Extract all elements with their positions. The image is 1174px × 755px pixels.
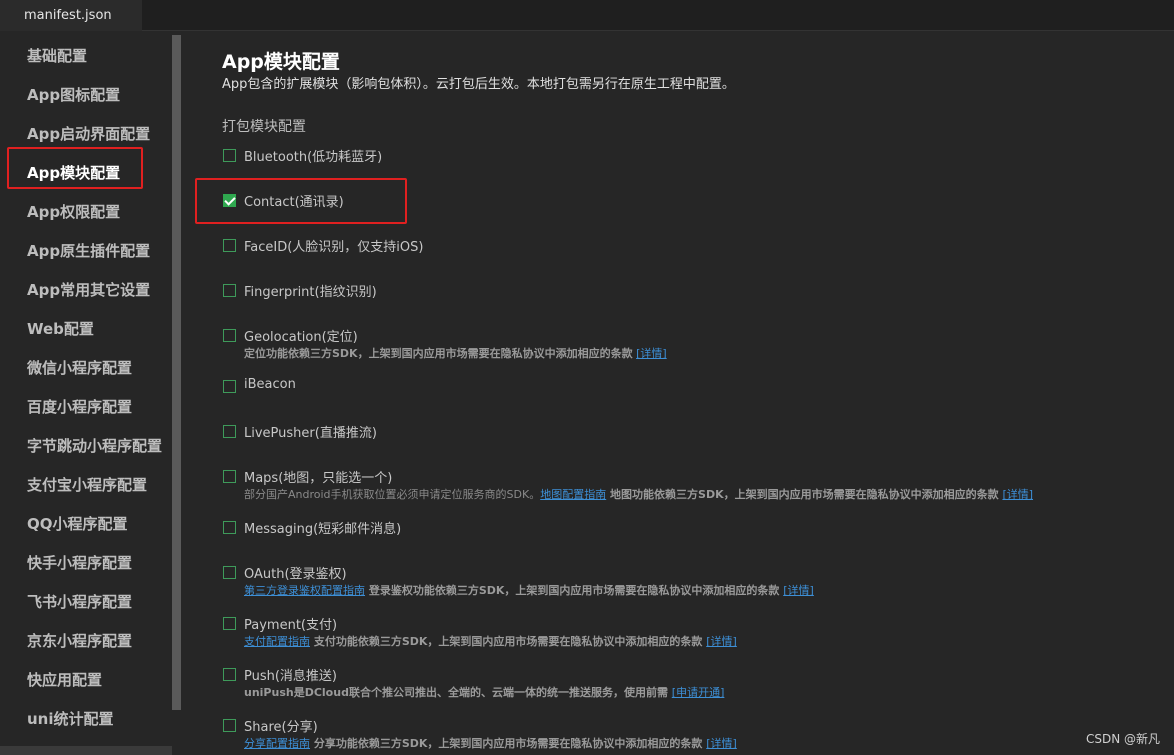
option-label: Push(消息推送) (244, 669, 338, 684)
checkbox-maps[interactable] (223, 470, 236, 483)
checkbox-oauth[interactable] (223, 566, 236, 579)
sidebar-item-uni-stat[interactable]: uni统计配置 (27, 708, 114, 730)
sidebar-horizontal-scrollbar[interactable] (0, 746, 172, 755)
oauth-config-guide-link[interactable]: 第三方登录鉴权配置指南 (244, 584, 365, 597)
sidebar-scrollbar[interactable] (172, 35, 181, 710)
details-link[interactable]: [详情] (706, 737, 737, 750)
option-note: 支付配置指南 支付功能依赖三方SDK，上架到国内应用市场需要在隐私协议中添加相应… (244, 633, 737, 649)
note-text-bold: uniPush是DCloud联合个推公司推出、全端的、云端一体的统一推送服务，使… (244, 686, 672, 699)
main-content: App模块配置 App包含的扩展模块（影响包体积）。云打包后生效。本地打包需另行… (190, 31, 1174, 755)
option-label: OAuth(登录鉴权) (244, 567, 347, 582)
sidebar-item-toutiao-mp[interactable]: 字节跳动小程序配置 (27, 435, 162, 457)
note-text-bold: 支付功能依赖三方SDK，上架到国内应用市场需要在隐私协议中添加相应的条款 (310, 635, 707, 648)
sidebar-item-baidu-mp[interactable]: 百度小程序配置 (27, 396, 132, 418)
option-label: Maps(地图，只能选一个) (244, 471, 393, 486)
checkbox-push[interactable] (223, 668, 236, 681)
option-note: uniPush是DCloud联合个推公司推出、全端的、云端一体的统一推送服务，使… (244, 684, 724, 700)
checkbox-bluetooth[interactable] (223, 149, 236, 162)
option-note: 部分国产Android手机获取位置必须申请定位服务商的SDK。地图配置指南 地图… (244, 486, 1033, 502)
details-link[interactable]: [详情] (783, 584, 814, 597)
tab-bar: manifest.json (0, 0, 1174, 31)
option-label: LivePusher(直播推流) (244, 426, 377, 441)
sidebar-item-web[interactable]: Web配置 (27, 318, 94, 340)
sidebar-item-qq-mp[interactable]: QQ小程序配置 (27, 513, 128, 535)
watermark: CSDN @新凡 (1085, 732, 1160, 746)
note-text: 部分国产Android手机获取位置必须申请定位服务商的SDK。 (244, 488, 541, 501)
option-label: Payment(支付) (244, 618, 338, 633)
option-label: Messaging(短彩邮件消息) (244, 522, 402, 537)
note-text-bold: 分享功能依赖三方SDK，上架到国内应用市场需要在隐私协议中添加相应的条款 (310, 737, 707, 750)
payment-config-guide-link[interactable]: 支付配置指南 (244, 635, 310, 648)
sidebar-item-basic[interactable]: 基础配置 (27, 45, 87, 67)
note-text: 定位功能依赖三方SDK，上架到国内应用市场需要在隐私协议中添加相应的条款 (244, 347, 633, 360)
option-note: 第三方登录鉴权配置指南 登录鉴权功能依赖三方SDK，上架到国内应用市场需要在隐私… (244, 582, 814, 598)
page-title: App模块配置 (222, 51, 340, 73)
share-config-guide-link[interactable]: 分享配置指南 (244, 737, 310, 750)
details-link[interactable]: [详情] (636, 347, 667, 360)
sidebar-item-app-splash[interactable]: App启动界面配置 (27, 123, 150, 145)
checkbox-geolocation[interactable] (223, 329, 236, 342)
checkbox-messaging[interactable] (223, 521, 236, 534)
sidebar-item-app-other-settings[interactable]: App常用其它设置 (27, 279, 150, 301)
option-label: FaceID(人脸识别，仅支持iOS) (244, 240, 424, 255)
apply-link[interactable]: [申请开通] (672, 686, 725, 699)
option-label: iBeacon (244, 377, 296, 392)
contact-highlight-box (195, 178, 407, 224)
sidebar-item-feishu-mp[interactable]: 飞书小程序配置 (27, 591, 132, 613)
checkbox-payment[interactable] (223, 617, 236, 630)
sidebar-item-app-permissions[interactable]: App权限配置 (27, 201, 120, 223)
note-text-bold: 登录鉴权功能依赖三方SDK，上架到国内应用市场需要在隐私协议中添加相应的条款 (365, 584, 784, 597)
checkbox-faceid[interactable] (223, 239, 236, 252)
map-config-guide-link[interactable]: 地图配置指南 (540, 488, 606, 501)
checkbox-share[interactable] (223, 719, 236, 732)
tab-manifest-json[interactable]: manifest.json (0, 0, 142, 31)
checkbox-fingerprint[interactable] (223, 284, 236, 297)
sidebar-item-app-icon[interactable]: App图标配置 (27, 84, 120, 106)
option-label: Bluetooth(低功耗蓝牙) (244, 150, 383, 165)
sidebar: 基础配置 App图标配置 App启动界面配置 App模块配置 App权限配置 A… (0, 31, 172, 755)
option-label: Share(分享) (244, 720, 318, 735)
sidebar-item-alipay-mp[interactable]: 支付宝小程序配置 (27, 474, 147, 496)
option-label: Fingerprint(指纹识别) (244, 285, 377, 300)
sidebar-item-jd-mp[interactable]: 京东小程序配置 (27, 630, 132, 652)
checkbox-livepusher[interactable] (223, 425, 236, 438)
note-text-bold: 地图功能依赖三方SDK，上架到国内应用市场需要在隐私协议中添加相应的条款 (606, 488, 1003, 501)
sidebar-item-quickapp[interactable]: 快应用配置 (27, 669, 102, 691)
page-description: App包含的扩展模块（影响包体积）。云打包后生效。本地打包需另行在原生工程中配置… (222, 77, 735, 92)
sidebar-highlight-box (7, 147, 143, 189)
details-link[interactable]: [详情] (706, 635, 737, 648)
checkbox-ibeacon[interactable] (223, 380, 236, 393)
sidebar-item-weixin-mp[interactable]: 微信小程序配置 (27, 357, 132, 379)
option-label: Geolocation(定位) (244, 330, 358, 345)
option-note: 定位功能依赖三方SDK，上架到国内应用市场需要在隐私协议中添加相应的条款 [详情… (244, 345, 667, 361)
option-note: 分享配置指南 分享功能依赖三方SDK，上架到国内应用市场需要在隐私协议中添加相应… (244, 735, 737, 751)
sidebar-item-kuaishou-mp[interactable]: 快手小程序配置 (27, 552, 132, 574)
sidebar-item-app-native-plugins[interactable]: App原生插件配置 (27, 240, 150, 262)
section-title: 打包模块配置 (222, 119, 306, 135)
details-link[interactable]: [详情] (1002, 488, 1033, 501)
